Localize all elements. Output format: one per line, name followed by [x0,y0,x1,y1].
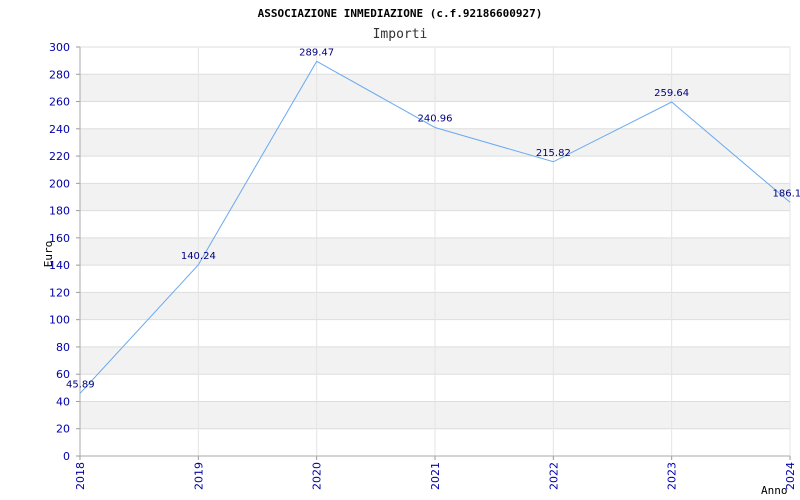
data-label: 259.64 [654,88,689,99]
y-tick-label: 80 [56,341,70,354]
y-tick-label: 120 [49,286,70,299]
chart-title: ASSOCIAZIONE INMEDIAZIONE (c.f.921866009… [258,7,543,20]
data-label: 289.47 [299,47,334,58]
x-tick-label: 2020 [311,462,324,490]
y-tick-label: 20 [56,423,70,436]
y-tick-label: 180 [49,205,70,218]
y-tick-label: 40 [56,395,70,408]
x-tick-label: 2021 [429,462,442,490]
x-axis-label: Anno [761,484,788,497]
y-tick-label: 240 [49,123,70,136]
y-axis-label: Euro [42,241,55,268]
y-tick-label: 100 [49,314,70,327]
data-label: 215.82 [536,148,571,159]
y-tick-label: 0 [63,450,70,463]
y-tick-label: 200 [49,177,70,190]
data-label: 186.10 [773,188,800,199]
y-tick-label: 260 [49,96,70,109]
data-label: 240.96 [418,113,453,124]
x-tick-label: 2022 [547,462,560,490]
line-chart: ASSOCIAZIONE INMEDIAZIONE (c.f.921866009… [42,7,800,497]
chart-subtitle: Importi [373,27,428,42]
data-label: 140.24 [181,251,216,262]
x-tick-labels: 2018 2019 2020 2021 2022 2023 2024 [74,462,797,490]
x-tick-label: 2019 [192,462,205,490]
y-tick-label: 220 [49,150,70,163]
data-label: 45.89 [66,379,95,390]
y-tick-label: 280 [49,68,70,81]
x-tick-label: 2018 [74,462,87,490]
x-tick-label: 2023 [666,462,679,490]
y-tick-label: 300 [49,41,70,54]
